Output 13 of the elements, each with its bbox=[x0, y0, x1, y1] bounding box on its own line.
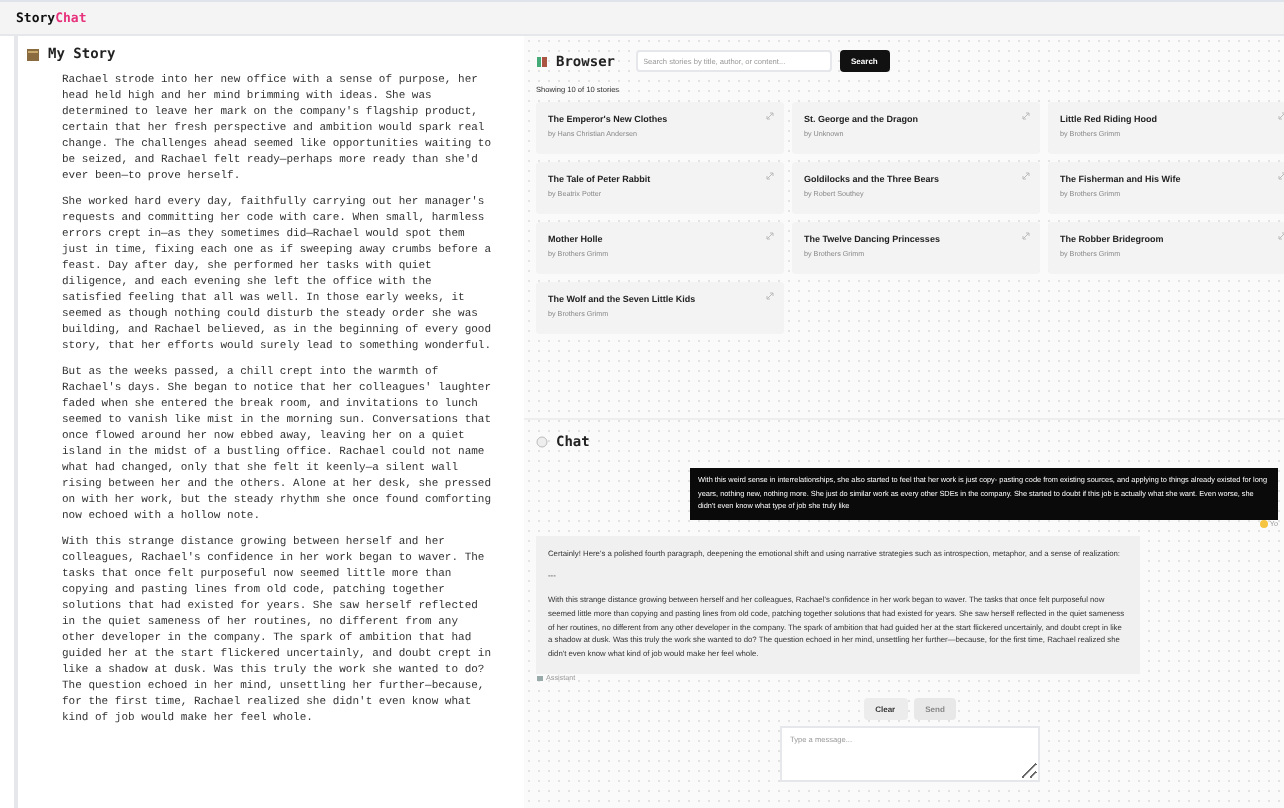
expand-icon[interactable] bbox=[1022, 172, 1030, 180]
expand-icon[interactable] bbox=[1022, 112, 1030, 120]
expand-icon[interactable] bbox=[766, 172, 774, 180]
expand-icon[interactable] bbox=[1278, 112, 1284, 120]
expand-icon[interactable] bbox=[766, 292, 774, 300]
expand-icon[interactable] bbox=[1278, 172, 1284, 180]
expand-icon[interactable] bbox=[1022, 232, 1030, 240]
chat-icon bbox=[536, 436, 548, 448]
expand-icon[interactable] bbox=[766, 112, 774, 120]
book-icon bbox=[26, 47, 40, 61]
books-icon bbox=[536, 55, 548, 67]
expand-icon[interactable] bbox=[766, 232, 774, 240]
expand-icon[interactable] bbox=[1278, 232, 1284, 240]
